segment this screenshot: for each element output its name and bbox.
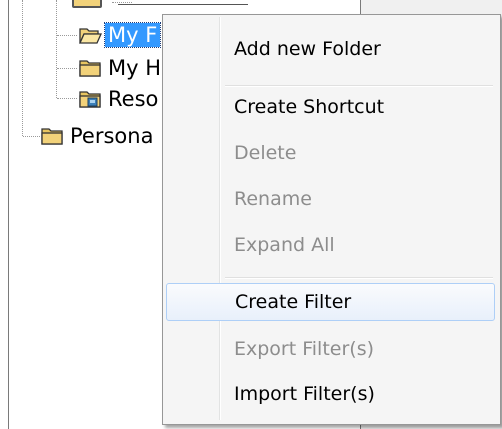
tree-node-personal[interactable]: Persona (40, 124, 156, 148)
menu-item-export-filters[interactable]: Export Filter(s) (166, 330, 495, 368)
tree-node-my-h[interactable]: My H (78, 56, 164, 80)
tree-connector (22, 0, 23, 136)
tree-node-label: Reso (108, 87, 159, 111)
tree-node-label: Persona (70, 124, 154, 148)
menu-item-import-filters[interactable]: Import Filter(s) (166, 375, 495, 413)
tree-node-reso[interactable]: Reso (78, 87, 161, 111)
menu-separator (225, 277, 493, 279)
tree-connector (57, 98, 77, 99)
menu-item-delete[interactable]: Delete (166, 134, 495, 172)
context-menu: Add new Folder Create Shortcut Delete Re… (162, 14, 501, 425)
menu-item-add-new-folder[interactable]: Add new Folder (166, 30, 495, 68)
open-folder-icon (78, 28, 102, 44)
menu-item-create-shortcut[interactable]: Create Shortcut (166, 88, 495, 126)
folder-icon (79, 60, 101, 77)
folder-icon (72, 0, 102, 8)
shared-folder-icon (79, 91, 101, 108)
folder-icon (41, 128, 63, 145)
menu-item-expand-all[interactable]: Expand All (166, 226, 495, 264)
tree-node-label: My H (108, 56, 162, 80)
menu-separator (225, 85, 493, 87)
tree-node-my-f[interactable]: My F (78, 22, 162, 48)
tree-connector (57, 35, 77, 36)
tree-partial-node (118, 0, 248, 5)
tree-connector (57, 68, 77, 69)
tree-connector (56, 0, 57, 98)
tree-connector (23, 136, 40, 137)
tree-node-label: My F (103, 22, 162, 48)
menu-item-rename[interactable]: Rename (166, 180, 495, 218)
menu-item-create-filter[interactable]: Create Filter (166, 283, 495, 321)
